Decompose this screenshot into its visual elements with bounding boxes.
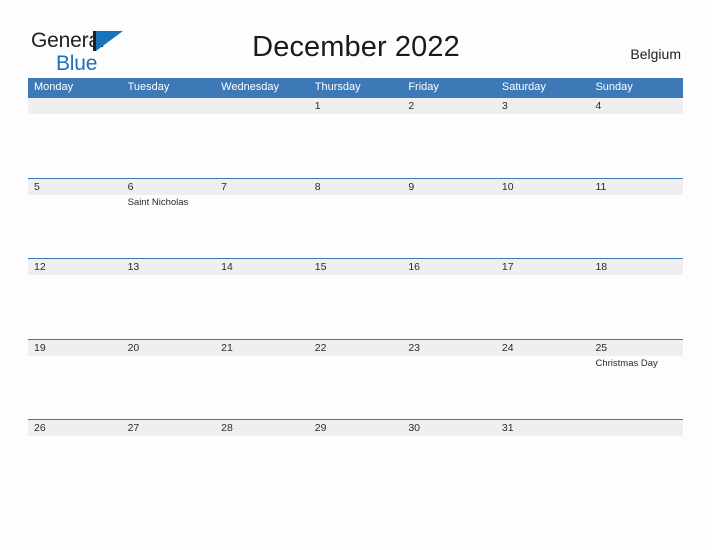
- weekday-wednesday: Wednesday: [221, 81, 280, 93]
- day-number: 23: [408, 341, 420, 354]
- day-cell[interactable]: 9: [402, 179, 496, 259]
- day-cell[interactable]: 3: [496, 98, 590, 178]
- weekday-header-row: Monday Tuesday Wednesday Thursday Friday…: [28, 78, 683, 97]
- day-cell[interactable]: 12: [28, 259, 122, 339]
- day-number: 1: [314, 100, 321, 112]
- day-cell[interactable]: 24: [496, 340, 590, 420]
- day-cell[interactable]: 15: [309, 259, 403, 339]
- day-number: 6: [127, 180, 134, 193]
- day-number: 16: [408, 261, 420, 273]
- day-cell[interactable]: 7: [215, 179, 309, 259]
- day-number: 5: [34, 180, 40, 193]
- day-number: 17: [501, 261, 514, 273]
- day-number: 7: [221, 180, 227, 193]
- day-cell[interactable]: 28: [215, 420, 309, 500]
- day-number: 27: [127, 422, 140, 434]
- day-cell[interactable]: 25 Christmas Day: [589, 340, 683, 420]
- calendar-page: General Blue December 2022 Belgium Monda…: [0, 0, 712, 550]
- calendar-week-row: 26 27 28 29 30 31: [28, 419, 683, 500]
- day-cell[interactable]: 21: [215, 340, 309, 420]
- day-number: 3: [501, 100, 508, 112]
- weekday-thursday: Thursday: [314, 81, 361, 93]
- day-number: 20: [127, 341, 140, 354]
- day-number: 31: [501, 422, 514, 434]
- day-cell[interactable]: 4: [589, 98, 683, 178]
- day-number: 11: [595, 180, 607, 193]
- day-cell[interactable]: 23: [402, 340, 496, 420]
- day-cell[interactable]: 20: [122, 340, 216, 420]
- weekday-sunday: Sunday: [595, 81, 633, 93]
- day-cell[interactable]: 18: [589, 259, 683, 339]
- day-cell[interactable]: 6 Saint Nicholas: [122, 179, 216, 259]
- calendar-week-row: 1 2 3 4: [28, 97, 683, 178]
- day-number: 25: [595, 341, 608, 354]
- weekday-monday: Monday: [34, 81, 74, 93]
- day-number: 13: [127, 261, 140, 273]
- day-number: 22: [314, 341, 327, 354]
- day-cell[interactable]: 27: [122, 420, 216, 500]
- day-cell[interactable]: 10: [496, 179, 590, 259]
- day-number: 10: [501, 180, 514, 193]
- day-cell[interactable]: [589, 420, 683, 500]
- day-cell[interactable]: 8: [309, 179, 403, 259]
- day-number: 29: [314, 422, 327, 434]
- day-number: 30: [408, 422, 420, 434]
- weekday-friday: Friday: [408, 81, 439, 93]
- weekday-tuesday: Tuesday: [127, 81, 170, 93]
- day-cell[interactable]: 22: [309, 340, 403, 420]
- day-cell[interactable]: 16: [402, 259, 496, 339]
- day-event: Saint Nicholas: [127, 196, 189, 208]
- day-cell[interactable]: 26: [28, 420, 122, 500]
- day-number: 15: [314, 261, 327, 273]
- day-number: 12: [34, 261, 46, 273]
- day-cell[interactable]: 31: [496, 420, 590, 500]
- day-number: 4: [595, 100, 602, 112]
- week-cells: 5 6 Saint Nicholas 7 8 9 10 11: [28, 179, 683, 259]
- day-number: 9: [408, 180, 415, 193]
- day-cell[interactable]: 17: [496, 259, 590, 339]
- day-number: 18: [595, 261, 608, 273]
- region-label: Belgium: [630, 46, 681, 62]
- day-number: 26: [34, 422, 46, 434]
- weekday-saturday: Saturday: [501, 81, 546, 93]
- day-number: 21: [221, 341, 233, 354]
- week-cells: 12 13 14 15 16 17 18: [28, 259, 683, 339]
- calendar-grid: Monday Tuesday Wednesday Thursday Friday…: [28, 78, 683, 500]
- page-header: General Blue December 2022 Belgium: [0, 0, 712, 78]
- page-title: December 2022: [252, 31, 460, 63]
- day-cell[interactable]: [215, 98, 309, 178]
- day-number: 24: [501, 341, 514, 354]
- week-cells: 26 27 28 29 30 31: [28, 420, 683, 500]
- day-number: 14: [221, 261, 233, 273]
- day-cell[interactable]: 11: [589, 179, 683, 259]
- day-cell[interactable]: 2: [402, 98, 496, 178]
- day-number: 8: [314, 180, 321, 193]
- day-cell[interactable]: 30: [402, 420, 496, 500]
- day-number: 2: [408, 100, 415, 112]
- day-cell[interactable]: [28, 98, 122, 178]
- day-cell[interactable]: 5: [28, 179, 122, 259]
- calendar-week-row: 12 13 14 15 16 17 18: [28, 258, 683, 339]
- day-cell[interactable]: 19: [28, 340, 122, 420]
- day-number: 19: [34, 341, 46, 354]
- week-cells: 1 2 3 4: [28, 98, 683, 178]
- calendar-week-row: 19 20 21 22 23 24 25 Christmas Day: [28, 338, 683, 420]
- day-event: Christmas Day: [595, 357, 658, 369]
- day-cell[interactable]: 14: [215, 259, 309, 339]
- day-number: 28: [221, 422, 233, 434]
- day-cell[interactable]: 13: [122, 259, 216, 339]
- day-cell[interactable]: [122, 98, 216, 178]
- calendar-week-row: 5 6 Saint Nicholas 7 8 9 10 11: [28, 177, 683, 259]
- day-cell[interactable]: 29: [309, 420, 403, 500]
- week-cells: 19 20 21 22 23 24 25 Christmas Day: [28, 340, 683, 420]
- day-cell[interactable]: 1: [309, 98, 403, 178]
